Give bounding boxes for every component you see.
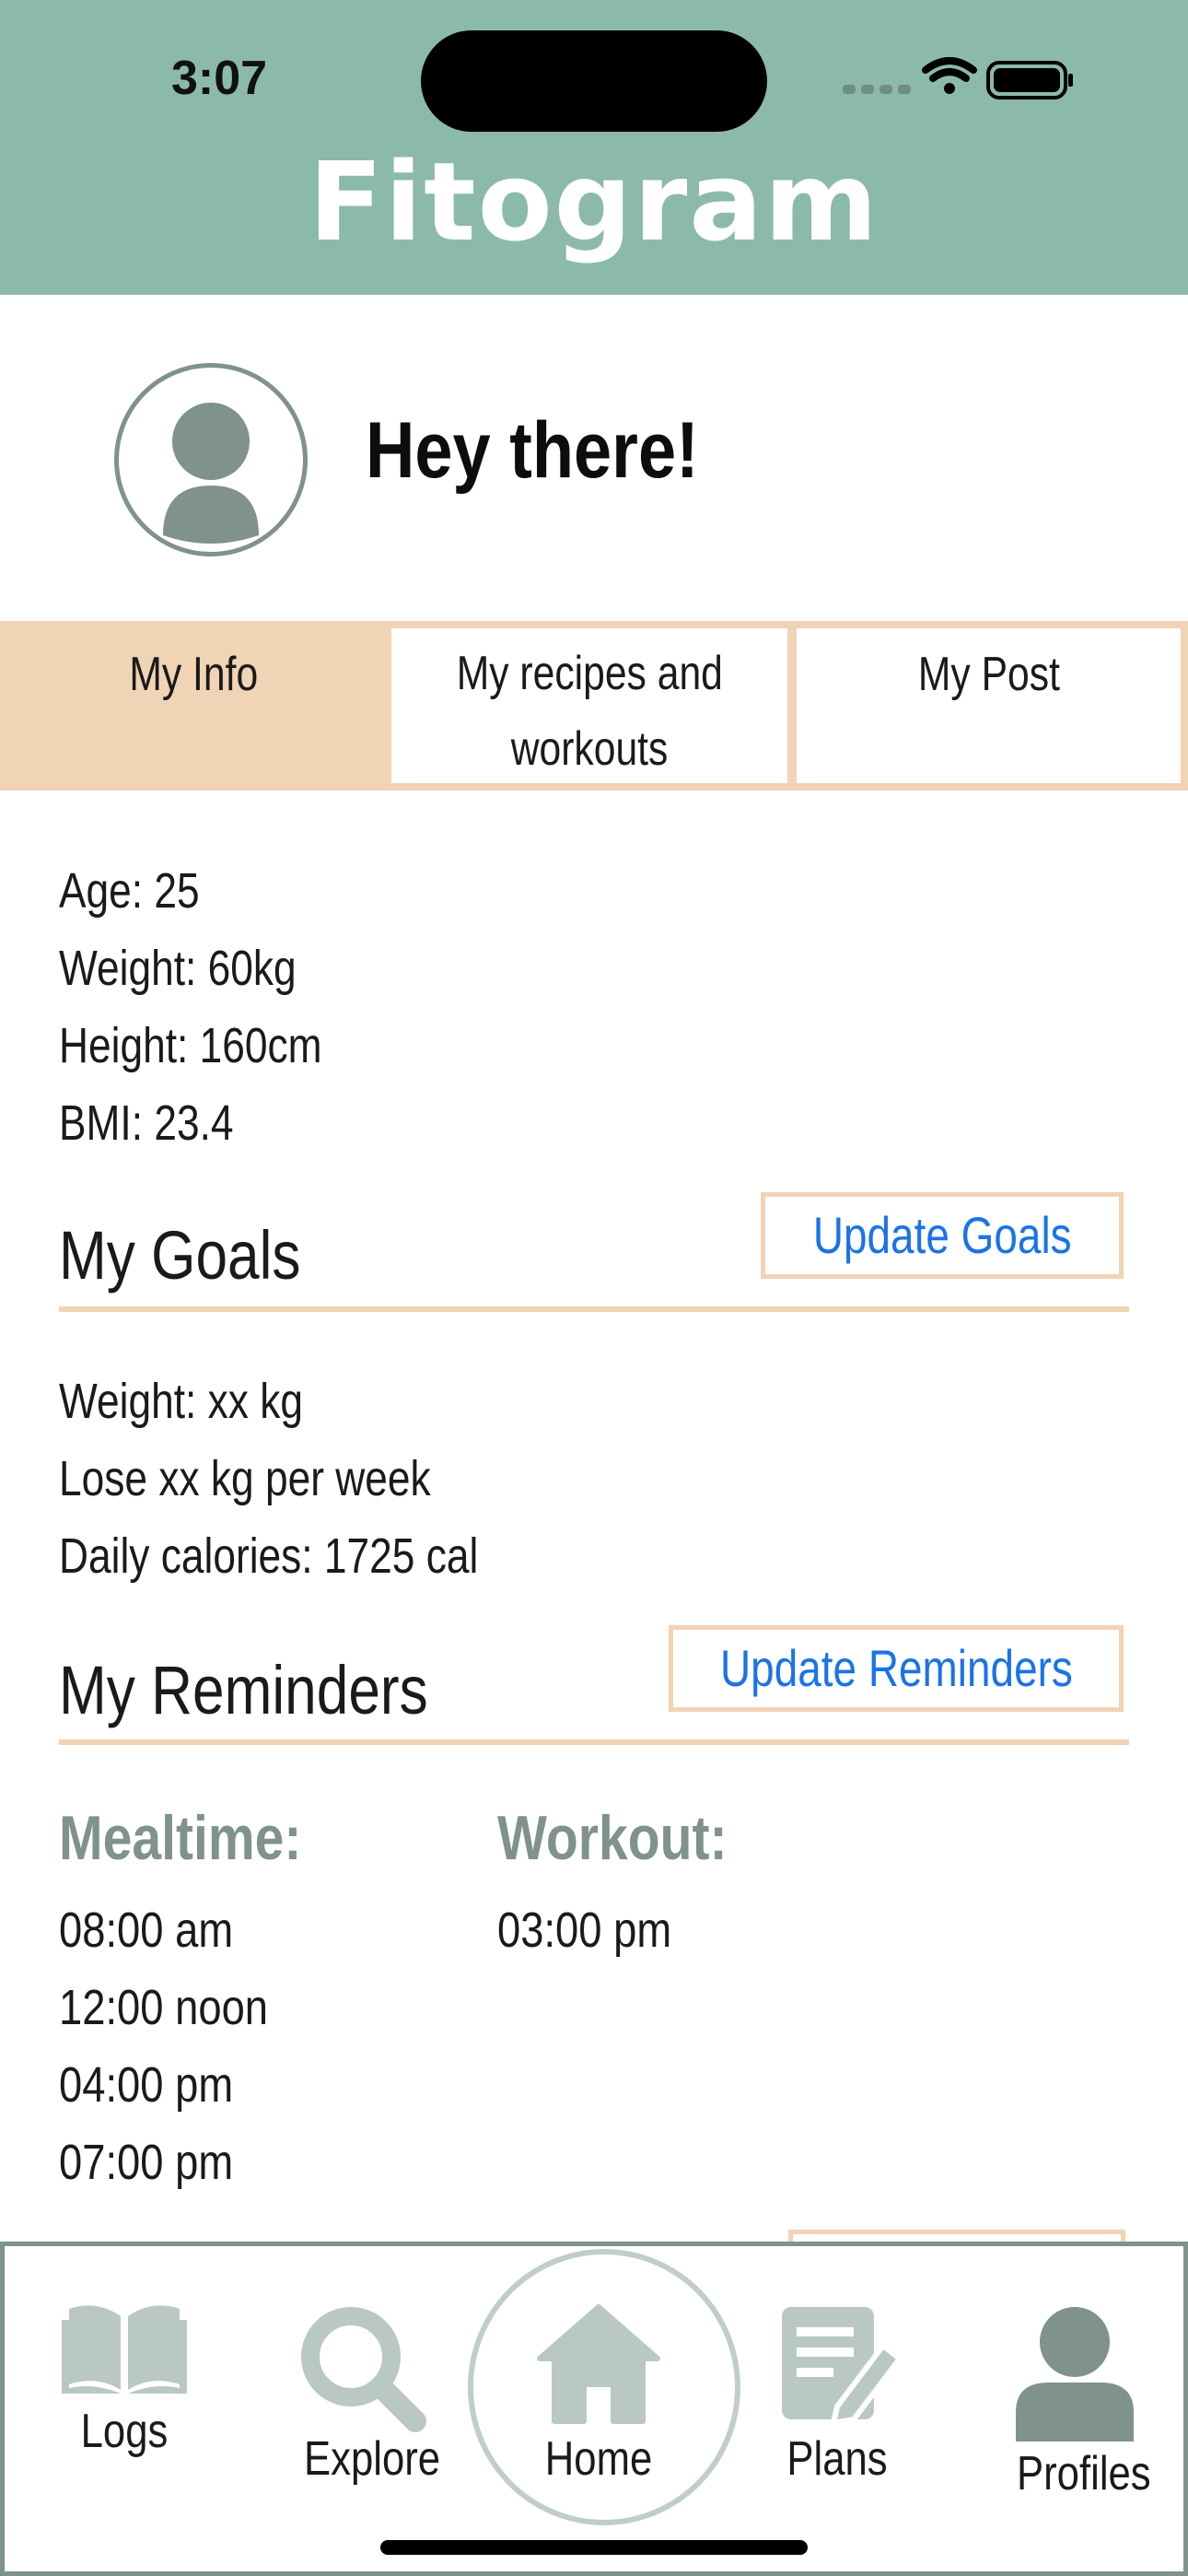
home-icon bbox=[537, 2304, 660, 2424]
tabbar-explore-label: Explore bbox=[304, 2432, 441, 2486]
reminders-title: My Reminders bbox=[59, 1652, 428, 1728]
tabbar-home[interactable]: Home bbox=[530, 2303, 668, 2487]
tab-my-info[interactable]: My Info bbox=[0, 628, 387, 783]
signal-icon bbox=[843, 85, 911, 94]
tabbar-home-label: Home bbox=[544, 2432, 653, 2486]
tabbar-profiles[interactable]: Profiles bbox=[1006, 2303, 1151, 2501]
notes-edit-icon bbox=[782, 2307, 903, 2426]
book-icon bbox=[62, 2305, 187, 2394]
dynamic-island bbox=[421, 30, 767, 132]
mealtime-item: 12:00 noon bbox=[59, 1980, 269, 2035]
info-height: Height: 160cm bbox=[59, 1018, 322, 1073]
wifi-icon bbox=[922, 57, 977, 94]
tab-my-post-label: My Post bbox=[917, 648, 1060, 701]
tab-my-recipes-workouts[interactable]: My recipes and workouts bbox=[391, 628, 787, 783]
status-icons bbox=[843, 57, 1073, 100]
home-indicator bbox=[380, 2540, 808, 2555]
profile-tabs: My Info My recipes and workouts My Post bbox=[0, 621, 1188, 790]
update-reminders-label: Update Reminders bbox=[719, 1639, 1073, 1697]
mealtime-heading: Mealtime: bbox=[59, 1803, 302, 1873]
search-icon bbox=[301, 2307, 426, 2432]
tabbar-logs-label: Logs bbox=[80, 2405, 169, 2458]
update-goals-button[interactable]: Update Goals bbox=[761, 1192, 1124, 1279]
profile-icon bbox=[1016, 2307, 1134, 2441]
mealtime-item: 07:00 pm bbox=[59, 2135, 234, 2190]
tabbar-plans[interactable]: Plans bbox=[768, 2303, 906, 2487]
mealtime-item: 08:00 am bbox=[59, 1903, 234, 1958]
mealtime-item: 04:00 pm bbox=[59, 2057, 234, 2113]
info-bmi: BMI: 23.4 bbox=[59, 1095, 234, 1151]
avatar[interactable] bbox=[114, 363, 308, 556]
reminders-divider bbox=[59, 1739, 1129, 1745]
tab-my-info-label: My Info bbox=[129, 648, 258, 701]
goals-title: My Goals bbox=[59, 1217, 301, 1294]
app-title: Fitogram bbox=[309, 138, 879, 265]
goal-weight: Weight: xx kg bbox=[59, 1374, 303, 1429]
tabbar-profiles-label: Profiles bbox=[1017, 2447, 1151, 2500]
avatar-icon bbox=[163, 403, 259, 544]
update-reminders-button[interactable]: Update Reminders bbox=[669, 1625, 1124, 1712]
tabbar-plans-label: Plans bbox=[786, 2432, 888, 2486]
battery-icon bbox=[986, 61, 1073, 100]
goal-rate: Lose xx kg per week bbox=[59, 1451, 431, 1506]
tab-my-post[interactable]: My Post bbox=[797, 628, 1181, 783]
greeting: Hey there! bbox=[366, 406, 699, 495]
tab-my-recipes-label-line1: My recipes and bbox=[456, 647, 723, 700]
update-goals-label: Update Goals bbox=[812, 1206, 1072, 1264]
goals-divider bbox=[59, 1306, 1129, 1312]
tabbar-explore[interactable]: Explore bbox=[293, 2303, 441, 2487]
info-age: Age: 25 bbox=[59, 863, 200, 919]
tab-my-recipes-label-line2: workouts bbox=[510, 722, 669, 776]
workout-heading: Workout: bbox=[497, 1803, 728, 1873]
info-weight: Weight: 60kg bbox=[59, 941, 297, 996]
app-header: 3:07 Fitogram bbox=[0, 0, 1188, 295]
goal-calories: Daily calories: 1725 cal bbox=[59, 1528, 479, 1584]
tabbar-logs[interactable]: Logs bbox=[55, 2300, 193, 2459]
status-time: 3:07 bbox=[171, 52, 268, 105]
workout-item: 03:00 pm bbox=[497, 1903, 672, 1958]
